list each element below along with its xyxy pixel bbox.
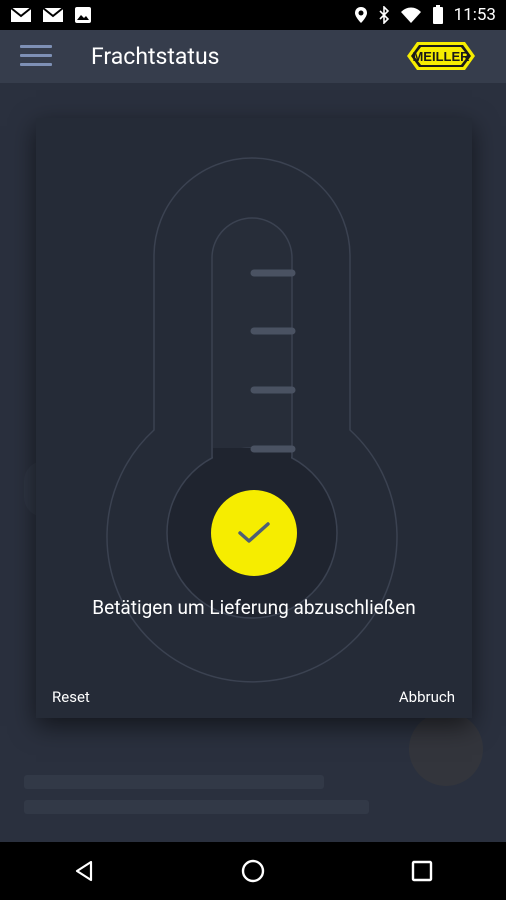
clock: 11:53 bbox=[453, 5, 496, 25]
recents-icon[interactable] bbox=[392, 842, 452, 900]
delivery-confirm-dialog: Betätigen um Lieferung abzuschließen Res… bbox=[36, 118, 472, 718]
reset-button[interactable]: Reset bbox=[52, 688, 90, 706]
dialog-message: Betätigen um Lieferung abzuschließen bbox=[92, 596, 416, 619]
background-fab bbox=[409, 712, 483, 786]
cancel-button[interactable]: Abbruch bbox=[399, 688, 455, 706]
background-text-line bbox=[24, 800, 369, 814]
thermometer-graphic bbox=[106, 157, 398, 683]
home-icon[interactable] bbox=[223, 842, 283, 900]
confirm-delivery-button[interactable] bbox=[211, 490, 297, 576]
mail-icon bbox=[10, 7, 32, 23]
hamburger-menu-icon[interactable] bbox=[20, 45, 52, 69]
notification-icons bbox=[10, 6, 92, 24]
bluetooth-icon bbox=[378, 6, 390, 24]
logo-text: MEILLER bbox=[412, 49, 470, 64]
check-icon bbox=[238, 522, 270, 543]
meiller-logo: MEILLER bbox=[407, 40, 475, 76]
battery-icon bbox=[432, 5, 444, 25]
page-title: Frachtstatus bbox=[91, 43, 220, 70]
image-icon bbox=[74, 6, 92, 24]
app-bar: Frachtstatus MEILLER bbox=[0, 30, 506, 83]
background-text-line bbox=[24, 775, 324, 789]
mail-icon bbox=[42, 7, 64, 23]
wifi-icon bbox=[400, 6, 422, 24]
navigation-bar bbox=[0, 842, 506, 900]
location-icon bbox=[354, 6, 368, 24]
back-icon[interactable] bbox=[54, 842, 114, 900]
status-bar: 11:53 bbox=[0, 0, 506, 30]
system-icons: 11:53 bbox=[354, 5, 496, 25]
